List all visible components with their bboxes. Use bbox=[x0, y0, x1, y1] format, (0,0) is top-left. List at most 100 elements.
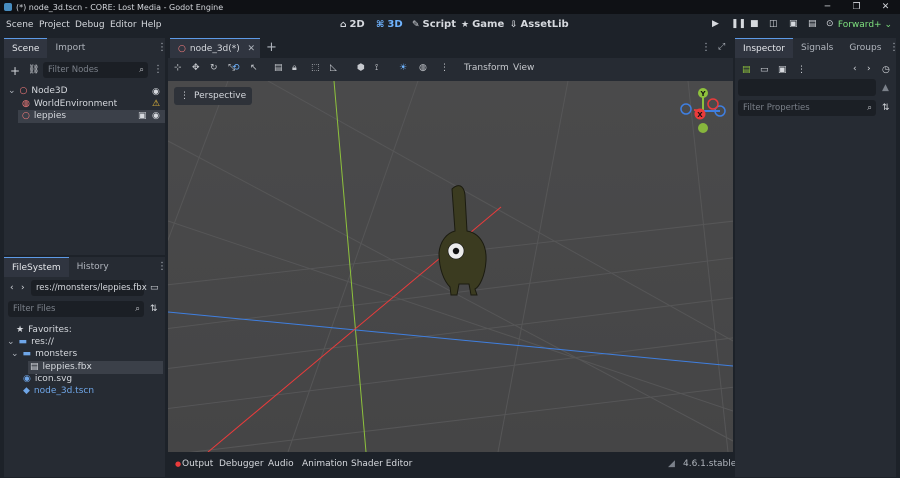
tab-signals[interactable]: Signals bbox=[793, 38, 841, 58]
pause-icon[interactable]: ❚❚ bbox=[731, 19, 746, 29]
play-custom-scene-icon[interactable]: ▤ bbox=[808, 19, 817, 29]
toolbar-menu-icon[interactable]: ⋮ bbox=[440, 63, 449, 73]
tab-inspector[interactable]: Inspector bbox=[735, 38, 793, 58]
forward-icon[interactable]: › bbox=[21, 283, 25, 293]
viewport-canvas[interactable]: Y X bbox=[168, 81, 733, 452]
distraction-free-icon[interactable]: ⤢ bbox=[718, 42, 725, 52]
tree-item-worldenvironment[interactable]: ◍ WorldEnvironment bbox=[22, 99, 117, 109]
open-resource-icon[interactable]: ▭ bbox=[760, 65, 769, 75]
scene-filter-menu-icon[interactable]: ⋮ bbox=[153, 65, 163, 75]
back-icon[interactable]: ‹ bbox=[10, 283, 14, 293]
transform-menu[interactable]: Transform bbox=[464, 63, 509, 73]
new-resource-icon[interactable]: ▤ bbox=[742, 65, 751, 75]
remote-debug-icon[interactable]: ◫ bbox=[769, 19, 778, 29]
link-icon[interactable]: ⛓ bbox=[28, 66, 39, 75]
main-screen-script[interactable]: ✎ Script bbox=[412, 19, 456, 30]
tab-groups[interactable]: Groups bbox=[841, 38, 889, 58]
tab-filesystem[interactable]: FileSystem bbox=[4, 257, 69, 277]
menu-editor[interactable]: Editor bbox=[110, 20, 137, 30]
layout-toggle-icon[interactable]: ▭ bbox=[150, 283, 159, 293]
movie-maker-icon[interactable]: ⊙ bbox=[826, 19, 834, 29]
minimize-button[interactable]: ─ bbox=[813, 0, 842, 14]
gizmo-y-negative[interactable] bbox=[698, 123, 708, 133]
renderer-select[interactable]: Forward+ ⌄ bbox=[838, 20, 892, 30]
transform-mode-icon[interactable]: ⟲ bbox=[232, 63, 240, 73]
collapse-arrow-icon[interactable]: ⌄ bbox=[8, 86, 16, 96]
play-scene-icon[interactable]: ▣ bbox=[789, 19, 798, 29]
play-icon[interactable]: ▶ bbox=[712, 19, 719, 29]
close-tab-icon[interactable]: ✕ bbox=[247, 44, 255, 54]
open-in-editor-icon[interactable]: ▣ bbox=[138, 111, 147, 121]
fs-node3d-tscn[interactable]: ◆ node_3d.tscn bbox=[23, 386, 94, 396]
main-screen-3d[interactable]: ⌘ 3D bbox=[376, 19, 403, 30]
object-menu-icon[interactable]: ▲ bbox=[882, 83, 889, 93]
save-resource-icon[interactable]: ▣ bbox=[778, 65, 787, 75]
fs-monsters-folder[interactable]: ⌄ ▬ monsters bbox=[11, 349, 77, 359]
tab-scene[interactable]: Scene bbox=[4, 38, 48, 58]
ruler-icon[interactable]: ◺ bbox=[330, 63, 337, 73]
snap-toggle-icon[interactable]: ⟟ bbox=[375, 63, 378, 73]
list-select-icon[interactable]: ↖ bbox=[250, 63, 258, 73]
add-node-icon[interactable]: + bbox=[10, 65, 20, 77]
scene-tab-label: node_3d(*) bbox=[189, 43, 240, 54]
inspector-dock-menu-icon[interactable]: ⋮ bbox=[889, 43, 899, 53]
history-icon[interactable]: ◷ bbox=[882, 65, 890, 75]
tab-history[interactable]: History bbox=[69, 257, 117, 277]
tabs-menu-icon[interactable]: ⋮ bbox=[701, 42, 711, 53]
sun-preview-icon[interactable]: ☀ bbox=[399, 63, 407, 73]
previous-icon[interactable]: ‹ bbox=[853, 64, 857, 74]
move-mode-icon[interactable]: ✥ bbox=[192, 63, 200, 73]
main-screen-2d[interactable]: ⌂ 2D bbox=[340, 19, 365, 30]
fs-icon-svg[interactable]: ◉ icon.svg bbox=[23, 374, 72, 384]
filter-nodes-input[interactable]: Filter Nodes ⌕ bbox=[43, 62, 148, 78]
menu-scene[interactable]: Scene bbox=[6, 20, 33, 30]
scene-tab-node3d[interactable]: ○ node_3d(*) ✕ bbox=[170, 38, 260, 58]
group-icon[interactable]: ⬚ bbox=[311, 63, 320, 73]
main-screen-game[interactable]: ★ Game bbox=[461, 19, 504, 30]
tree-item-node3d[interactable]: ⌄ ○ Node3D bbox=[8, 86, 68, 96]
next-icon[interactable]: › bbox=[867, 64, 871, 74]
tab-import[interactable]: Import bbox=[47, 38, 93, 58]
use-local-space-icon[interactable]: ⬢ bbox=[357, 63, 365, 73]
path-value: res://monsters/leppies.fbx bbox=[36, 283, 147, 293]
fs-res-root[interactable]: ⌄ ▬ res:// bbox=[7, 337, 54, 347]
object-path-field[interactable] bbox=[738, 79, 876, 96]
tree-item-leppies[interactable]: ○ leppies bbox=[22, 111, 66, 121]
fs-favorites[interactable]: ★ Favorites: bbox=[16, 325, 72, 335]
tab-audio[interactable]: Audio bbox=[268, 459, 294, 469]
tab-shader-editor[interactable]: Shader Editor bbox=[351, 459, 412, 469]
visibility-icon[interactable]: ◉ bbox=[152, 87, 160, 97]
tab-animation[interactable]: Animation bbox=[302, 459, 348, 469]
snap-icon[interactable]: ▤ bbox=[274, 63, 283, 73]
maximize-button[interactable]: ❐ bbox=[842, 0, 871, 14]
fs-leppies-fbx[interactable]: ▤ leppies.fbx bbox=[30, 362, 92, 372]
collapse-arrow-icon[interactable]: ⌄ bbox=[7, 337, 15, 347]
tab-output[interactable]: Output bbox=[182, 459, 213, 469]
add-tab-icon[interactable]: + bbox=[266, 40, 277, 55]
lock-icon[interactable]: 🔒︎ bbox=[292, 63, 297, 73]
resource-menu-icon[interactable]: ⋮ bbox=[797, 65, 806, 75]
perspective-button[interactable]: ⋮ Perspective bbox=[174, 87, 253, 105]
collapse-arrow-icon[interactable]: ⌄ bbox=[11, 349, 19, 359]
filter-files-input[interactable]: Filter Files ⌕ bbox=[8, 301, 144, 317]
menu-debug[interactable]: Debug bbox=[75, 20, 105, 30]
main-screen-assetlib[interactable]: ⇩ AssetLib bbox=[510, 19, 569, 30]
environment-preview-icon[interactable]: ◍ bbox=[419, 63, 427, 73]
close-button[interactable]: ✕ bbox=[871, 0, 900, 14]
scene-dock-menu-icon[interactable]: ⋮ bbox=[157, 43, 167, 53]
rotate-mode-icon[interactable]: ↻ bbox=[210, 63, 218, 73]
tab-debugger[interactable]: Debugger bbox=[219, 459, 264, 469]
warning-icon[interactable]: ⚠ bbox=[152, 99, 160, 109]
select-mode-icon[interactable]: ⊹ bbox=[174, 63, 182, 73]
3d-viewport[interactable]: Y X ⋮ Perspective bbox=[168, 81, 733, 452]
filesystem-dock-menu-icon[interactable]: ⋮ bbox=[157, 262, 167, 272]
filter-properties-input[interactable]: Filter Properties ⌕ bbox=[738, 100, 876, 116]
sort-icon[interactable]: ⇅ bbox=[150, 304, 158, 314]
path-field[interactable]: res://monsters/leppies.fbx bbox=[31, 280, 147, 296]
menu-project[interactable]: Project bbox=[39, 20, 70, 30]
inspector-options-icon[interactable]: ⇅ bbox=[882, 103, 890, 113]
leppies-visibility-icon[interactable]: ◉ bbox=[152, 111, 160, 121]
menu-help[interactable]: Help bbox=[141, 20, 162, 30]
stop-icon[interactable]: ■ bbox=[750, 19, 759, 29]
view-menu[interactable]: View bbox=[513, 63, 534, 73]
